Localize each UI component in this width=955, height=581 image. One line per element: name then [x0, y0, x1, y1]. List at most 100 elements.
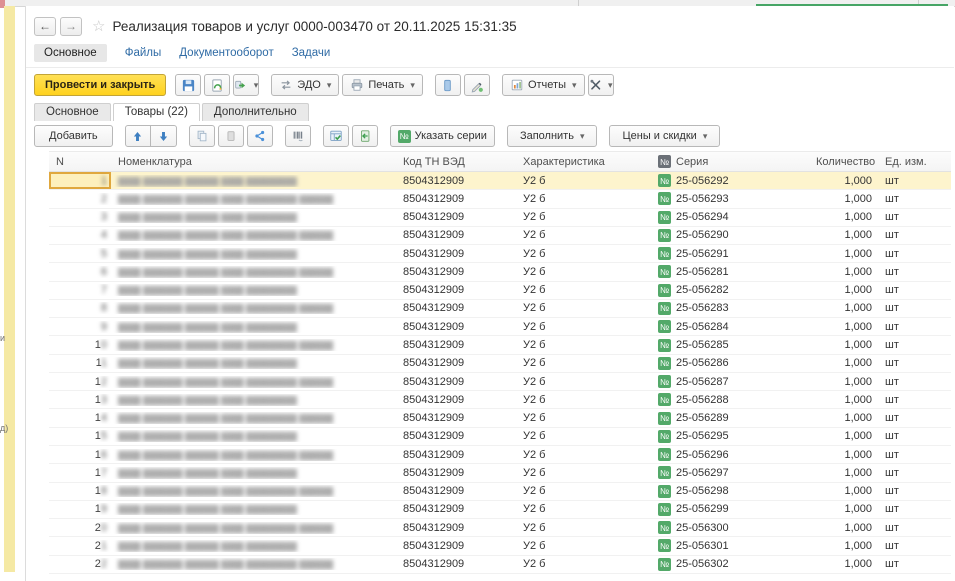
cell-nomenclature[interactable]: ████ ███████ ██████ ████ █████████ [111, 175, 396, 187]
cell-nomenclature[interactable]: ████ ███████ ██████ ████ █████████ [111, 540, 396, 552]
cell-quantity[interactable]: 1,000 [816, 503, 878, 515]
nav-tab-docflow[interactable]: Документооборот [179, 47, 273, 59]
cell-unit[interactable]: шт [878, 558, 951, 570]
cell-characteristic[interactable]: У2 б [516, 175, 651, 187]
cell-characteristic[interactable]: У2 б [516, 449, 651, 461]
cell-unit[interactable]: шт [878, 376, 951, 388]
cell-series[interactable]: 25-056291 [651, 247, 816, 260]
cell-quantity[interactable]: 1,000 [816, 321, 878, 333]
cell-series[interactable]: 25-056292 [651, 174, 816, 187]
cell-n[interactable]: 22 [49, 558, 111, 570]
cell-quantity[interactable]: 1,000 [816, 229, 878, 241]
table-row[interactable]: 1████ ███████ ██████ ████ █████████85043… [49, 172, 951, 190]
cell-unit[interactable]: шт [878, 522, 951, 534]
cell-n[interactable]: 15 [49, 430, 111, 442]
cell-characteristic[interactable]: У2 б [516, 339, 651, 351]
load-from-file-button[interactable] [352, 125, 378, 147]
device-button[interactable] [435, 74, 461, 96]
cell-n[interactable]: 13 [49, 394, 111, 406]
cell-characteristic[interactable]: У2 б [516, 412, 651, 424]
table-row[interactable]: 21████ ███████ ██████ ████ █████████8504… [49, 537, 951, 555]
cell-quantity[interactable]: 1,000 [816, 558, 878, 570]
cell-unit[interactable]: шт [878, 485, 951, 497]
cell-series[interactable]: 25-056288 [651, 393, 816, 406]
cell-nomenclature[interactable]: ████ ███████ ██████ ████ █████████ [111, 394, 396, 406]
cell-quantity[interactable]: 1,000 [816, 193, 878, 205]
cell-unit[interactable]: шт [878, 193, 951, 205]
cell-nomenclature[interactable]: ████ ███████ ██████ ████ █████████ [111, 248, 396, 260]
column-header-tn-ved[interactable]: Код ТН ВЭД [396, 156, 516, 168]
cell-tn-ved[interactable]: 8504312909 [396, 248, 516, 260]
cell-quantity[interactable]: 1,000 [816, 430, 878, 442]
cell-nomenclature[interactable]: ████ ███████ ██████ ████ █████████ [111, 211, 396, 223]
cell-n[interactable]: 6 [49, 266, 111, 278]
cell-quantity[interactable]: 1,000 [816, 339, 878, 351]
cell-tn-ved[interactable]: 8504312909 [396, 430, 516, 442]
cell-series[interactable]: 25-056296 [651, 448, 816, 461]
cell-characteristic[interactable]: У2 б [516, 485, 651, 497]
cell-characteristic[interactable]: У2 б [516, 321, 651, 333]
column-header-characteristic[interactable]: Характеристика [516, 156, 651, 168]
fill-by-selection-button[interactable] [323, 125, 349, 147]
cell-tn-ved[interactable]: 8504312909 [396, 175, 516, 187]
cell-series[interactable]: 25-056281 [651, 265, 816, 278]
cell-tn-ved[interactable]: 8504312909 [396, 540, 516, 552]
cell-unit[interactable]: шт [878, 394, 951, 406]
cell-quantity[interactable]: 1,000 [816, 485, 878, 497]
cell-unit[interactable]: шт [878, 266, 951, 278]
cell-unit[interactable]: шт [878, 339, 951, 351]
table-row[interactable]: 5████ ███████ ██████ ████ █████████85043… [49, 245, 951, 263]
cell-tn-ved[interactable]: 8504312909 [396, 284, 516, 296]
cell-characteristic[interactable]: У2 б [516, 193, 651, 205]
cell-tn-ved[interactable]: 8504312909 [396, 558, 516, 570]
cell-series[interactable]: 25-056289 [651, 412, 816, 425]
nav-tab-files[interactable]: Файлы [125, 47, 162, 59]
cell-n[interactable]: 1 [49, 172, 111, 189]
cell-tn-ved[interactable]: 8504312909 [396, 302, 516, 314]
cell-nomenclature[interactable]: ████ ███████ ██████ ████ █████████ █████… [111, 522, 396, 534]
cell-characteristic[interactable]: У2 б [516, 467, 651, 479]
table-row[interactable]: 19████ ███████ ██████ ████ █████████8504… [49, 501, 951, 519]
cell-n[interactable]: 8 [49, 302, 111, 314]
cell-n[interactable]: 16 [49, 449, 111, 461]
cell-n[interactable]: 2 [49, 193, 111, 205]
cell-unit[interactable]: шт [878, 430, 951, 442]
cell-characteristic[interactable]: У2 б [516, 302, 651, 314]
cell-series[interactable]: 25-056283 [651, 302, 816, 315]
cell-unit[interactable]: шт [878, 412, 951, 424]
cell-n[interactable]: 9 [49, 321, 111, 333]
table-row[interactable]: 16████ ███████ ██████ ████ █████████ ███… [49, 446, 951, 464]
tools-button[interactable] [588, 74, 614, 96]
table-row[interactable]: 4████ ███████ ██████ ████ █████████ ████… [49, 227, 951, 245]
cell-series[interactable]: 25-056298 [651, 485, 816, 498]
cell-characteristic[interactable]: У2 б [516, 284, 651, 296]
cell-unit[interactable]: шт [878, 211, 951, 223]
cell-tn-ved[interactable]: 8504312909 [396, 485, 516, 497]
cell-tn-ved[interactable]: 8504312909 [396, 449, 516, 461]
cell-characteristic[interactable]: У2 б [516, 522, 651, 534]
cell-series[interactable]: 25-056282 [651, 284, 816, 297]
delete-row-button[interactable] [218, 125, 244, 147]
cell-n[interactable]: 17 [49, 467, 111, 479]
post-and-close-button[interactable]: Провести и закрыть [34, 74, 166, 96]
cell-nomenclature[interactable]: ████ ███████ ██████ ████ █████████ [111, 503, 396, 515]
cell-nomenclature[interactable]: ████ ███████ ██████ ████ █████████ █████… [111, 376, 396, 388]
cell-series[interactable]: 25-056295 [651, 430, 816, 443]
cell-tn-ved[interactable]: 8504312909 [396, 321, 516, 333]
add-row-button[interactable]: Добавить [34, 125, 113, 147]
page-tab-tovary[interactable]: Товары (22) [113, 103, 200, 121]
cell-n[interactable]: 21 [49, 540, 111, 552]
cell-quantity[interactable]: 1,000 [816, 266, 878, 278]
table-row[interactable]: 7████ ███████ ██████ ████ █████████85043… [49, 282, 951, 300]
cell-nomenclature[interactable]: ████ ███████ ██████ ████ █████████ █████… [111, 558, 396, 570]
column-header-series[interactable]: Серия [651, 155, 816, 168]
copy-row-button[interactable] [189, 125, 215, 147]
cell-nomenclature[interactable]: ████ ███████ ██████ ████ █████████ [111, 467, 396, 479]
cell-series[interactable]: 25-056300 [651, 521, 816, 534]
cell-n[interactable]: 7 [49, 284, 111, 296]
cell-series[interactable]: 25-056294 [651, 211, 816, 224]
specify-series-button[interactable]: Указать серии [390, 125, 495, 147]
cell-series[interactable]: 25-056299 [651, 503, 816, 516]
page-tab-dopolnitelno[interactable]: Дополнительно [202, 103, 309, 121]
move-down-button[interactable] [151, 125, 177, 147]
